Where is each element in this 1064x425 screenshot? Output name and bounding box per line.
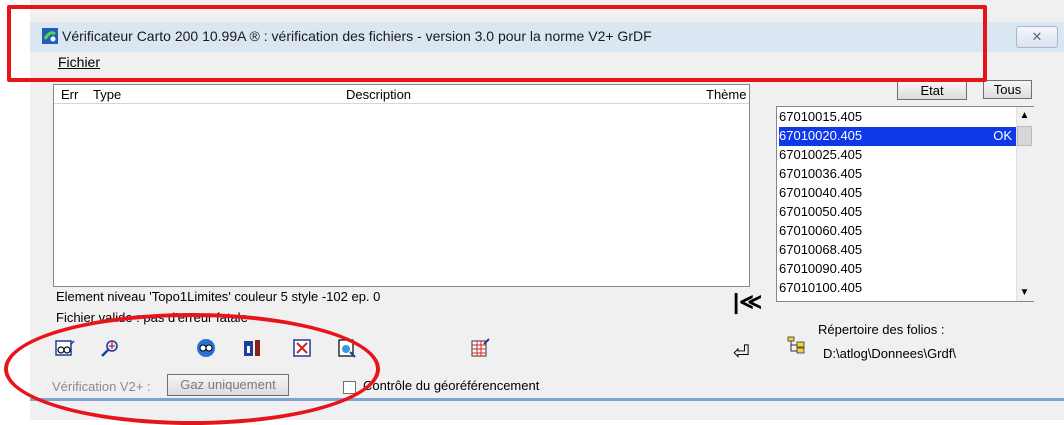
column-err[interactable]: Err — [61, 87, 78, 102]
file-name: 67010050.405 — [779, 204, 863, 219]
error-list[interactable] — [53, 84, 750, 287]
info-icon[interactable] — [242, 338, 262, 358]
file-name: 67010015.405 — [779, 109, 863, 124]
list-item[interactable]: 67010040.405 — [779, 184, 1018, 203]
file-name: 67010036.405 — [779, 166, 863, 181]
list-item[interactable]: 67010050.405 — [779, 203, 1018, 222]
list-item[interactable]: 67010100.405 — [779, 279, 1018, 298]
folder-tree-icon — [787, 336, 805, 354]
file-name: 67010020.405 — [779, 128, 863, 143]
list-item-selected[interactable]: 67010020.405 OK — [779, 127, 1018, 146]
validity-text: Fichier valide : pas d'erreur fatale — [56, 310, 248, 325]
glasses-icon[interactable] — [55, 338, 75, 358]
list-item[interactable]: 67010025.405 — [779, 146, 1018, 165]
map-sheet-icon[interactable] — [337, 338, 357, 358]
menu-bar — [30, 52, 1064, 74]
column-type[interactable]: Type — [93, 87, 121, 102]
file-name: 67010025.405 — [779, 147, 863, 162]
column-theme[interactable]: Thème — [706, 87, 746, 102]
return-icon[interactable]: ⏎ — [733, 340, 750, 365]
menu-fichier[interactable]: Fichier — [58, 54, 100, 70]
file-name: 67010060.405 — [779, 223, 863, 238]
folios-label: Répertoire des folios : — [818, 322, 945, 337]
desktop-background — [0, 0, 31, 420]
scroll-thumb[interactable] — [1017, 126, 1032, 146]
georef-checkbox[interactable] — [343, 381, 356, 394]
list-item[interactable]: 67010015.405 — [779, 108, 1018, 127]
file-name: 67010040.405 — [779, 185, 863, 200]
element-info-text: Element niveau 'Topo1Limites' couleur 5 … — [56, 289, 381, 304]
binoculars-icon[interactable] — [196, 338, 216, 358]
scroll-down-icon[interactable]: ▼ — [1016, 284, 1033, 301]
folios-path: D:\atlog\Donnees\Grdf\ — [823, 346, 956, 361]
zoom-search-icon[interactable] — [100, 338, 120, 358]
file-state: OK — [993, 128, 1012, 143]
edit-table-icon[interactable] — [470, 338, 490, 358]
app-icon — [42, 28, 58, 44]
tous-button[interactable]: Tous — [983, 80, 1032, 99]
list-item[interactable]: 67010060.405 — [779, 222, 1018, 241]
column-description[interactable]: Description — [346, 87, 411, 102]
file-name: 67010100.405 — [779, 280, 863, 295]
list-item[interactable]: 67010068.405 — [779, 241, 1018, 260]
window-title: Vérificateur Carto 200 10.99A ® : vérifi… — [62, 28, 652, 44]
file-name: 67010068.405 — [779, 242, 863, 257]
georef-label[interactable]: Contrôle du géoréférencement — [363, 378, 539, 393]
window-bottom-border — [30, 398, 1064, 401]
scroll-up-icon[interactable]: ▲ — [1016, 107, 1033, 124]
etat-button[interactable]: Etat — [897, 81, 967, 100]
first-file-icon[interactable]: |≪ — [733, 289, 762, 315]
verification-label: Vérification V2+ : — [52, 379, 151, 394]
gaz-uniquement-button[interactable]: Gaz uniquement — [167, 374, 289, 396]
list-item[interactable]: 67010090.405 — [779, 260, 1018, 279]
file-name: 67010090.405 — [779, 261, 863, 276]
delete-element-icon[interactable] — [292, 338, 312, 358]
close-button[interactable]: ✕ — [1016, 26, 1058, 48]
list-item[interactable]: 67010036.405 — [779, 165, 1018, 184]
